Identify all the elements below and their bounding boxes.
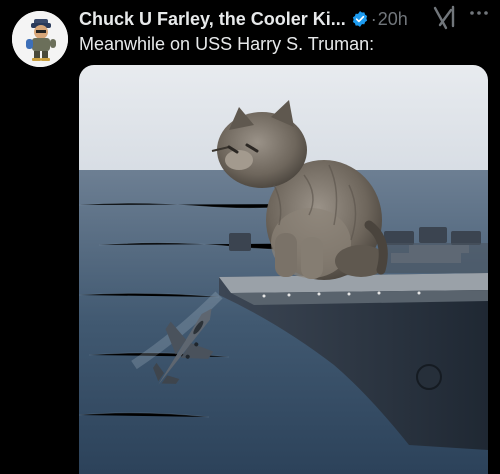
tweet-header: Chuck U Farley, the Cooler Ki... · 20h: [79, 7, 492, 31]
author-name[interactable]: Chuck U Farley, the Cooler Ki...: [79, 9, 346, 30]
grok-icon[interactable]: [432, 5, 456, 31]
tweet-text: Meanwhile on USS Harry S. Truman:: [79, 34, 375, 54]
cat-on-aircraft-carrier-image: [79, 65, 488, 474]
more-horizontal-icon[interactable]: [468, 4, 490, 22]
avatar[interactable]: [12, 11, 68, 67]
avatar-image: [12, 11, 68, 67]
separator-dot: ·: [370, 8, 377, 29]
timestamp[interactable]: 20h: [378, 9, 408, 30]
tweet-media-image[interactable]: [79, 65, 488, 474]
verified-badge-icon: [346, 10, 369, 28]
